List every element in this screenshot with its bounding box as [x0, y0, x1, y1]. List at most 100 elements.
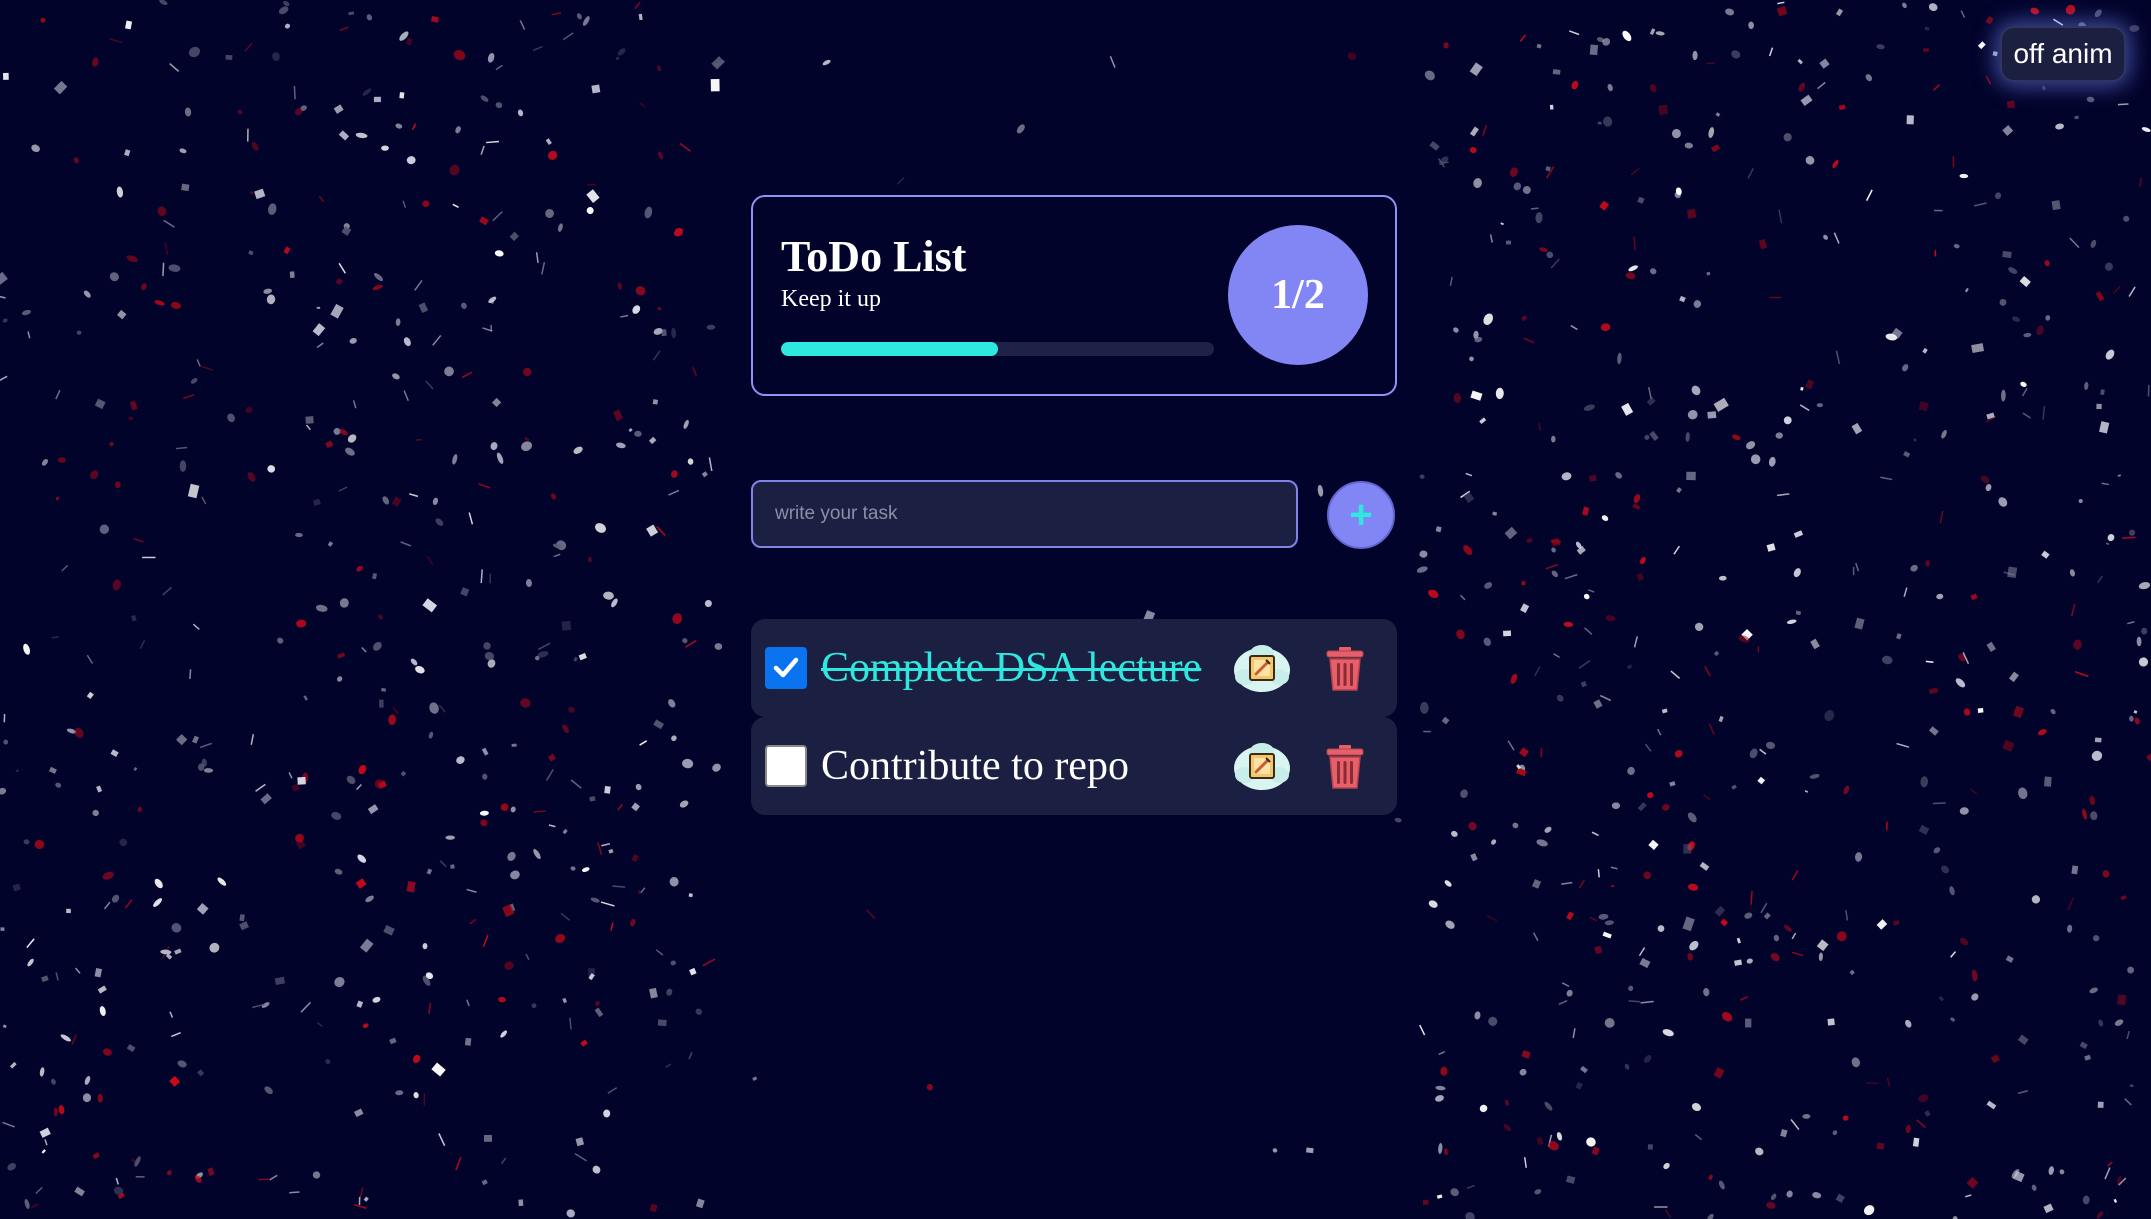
confetti-piece: [555, 934, 566, 943]
confetti-piece: [1985, 484, 1992, 492]
edit-button[interactable]: [1231, 737, 1293, 795]
confetti-piece: [1918, 401, 1929, 412]
todo-checkbox[interactable]: [765, 647, 807, 689]
confetti-piece: [99, 1006, 106, 1016]
confetti-piece: [169, 1011, 174, 1018]
edit-button[interactable]: [1231, 639, 1293, 697]
confetti-piece: [1663, 1162, 1670, 1170]
confetti-piece: [55, 389, 61, 400]
confetti-piece: [1809, 773, 1820, 779]
off-animation-button[interactable]: off anim: [2000, 26, 2126, 82]
confetti-piece: [1971, 993, 1979, 1001]
confetti-piece: [0, 294, 6, 299]
confetti-piece: [44, 1139, 48, 1146]
confetti-piece: [487, 52, 495, 63]
confetti-piece: [327, 541, 334, 547]
confetti-piece: [509, 231, 519, 242]
confetti-piece: [1922, 347, 1928, 354]
confetti-piece: [2128, 529, 2136, 536]
confetti-piece: [1885, 333, 1898, 341]
confetti-piece: [1580, 1065, 1588, 1074]
confetti-piece: [402, 200, 407, 209]
confetti-piece: [2041, 550, 2050, 559]
confetti-piece: [1932, 84, 1941, 91]
task-input[interactable]: [751, 480, 1298, 548]
confetti-piece: [556, 540, 567, 551]
confetti-piece: [652, 350, 661, 361]
confetti-piece: [3, 72, 9, 80]
confetti-piece: [1708, 723, 1715, 736]
confetti-piece: [102, 1048, 112, 1056]
confetti-piece: [249, 190, 254, 195]
confetti-piece: [695, 1198, 705, 1209]
confetti-piece: [1744, 912, 1753, 919]
confetti-piece: [1465, 1212, 1475, 1219]
confetti-piece: [325, 1058, 331, 1065]
confetti-piece: [2031, 1184, 2037, 1191]
confetti-piece: [1885, 821, 1888, 831]
confetti-piece: [2079, 1041, 2088, 1050]
confetti-piece: [1865, 1082, 1879, 1085]
confetti-piece: [1419, 1024, 1426, 1036]
confetti-piece: [15, 769, 20, 773]
confetti-piece: [1556, 694, 1564, 702]
confetti-piece: [199, 365, 213, 371]
confetti-piece: [1928, 3, 1938, 12]
confetti-piece: [639, 740, 648, 746]
confetti-piece: [500, 1157, 507, 1165]
confetti-piece: [1589, 916, 1598, 922]
confetti-piece: [383, 924, 395, 936]
confetti-piece: [117, 1192, 125, 1200]
confetti-piece: [1306, 1147, 1314, 1154]
confetti-piece: [1768, 456, 1776, 467]
confetti-piece: [1546, 166, 1555, 179]
confetti-piece: [196, 902, 209, 915]
confetti-piece: [2002, 739, 2015, 752]
confetti-piece: [157, 206, 167, 217]
confetti-piece: [1539, 247, 1548, 253]
confetti-piece: [1534, 666, 1541, 677]
confetti-piece: [581, 867, 590, 873]
confetti-piece: [1473, 330, 1479, 339]
confetti-piece: [1428, 589, 1439, 598]
confetti-piece: [34, 839, 45, 850]
confetti-piece: [2089, 795, 2096, 806]
confetti-piece: [482, 934, 489, 948]
add-task-button[interactable]: +: [1327, 481, 1395, 549]
confetti-piece: [1896, 633, 1902, 640]
confetti-piece: [1816, 939, 1829, 952]
confetti-piece: [305, 416, 314, 424]
confetti-piece: [217, 877, 227, 886]
confetti-piece: [469, 918, 477, 925]
confetti-piece: [1510, 673, 1518, 684]
confetti-piece: [1766, 1202, 1776, 1209]
confetti-piece: [1770, 1193, 1777, 1201]
confetti-piece: [1520, 603, 1530, 614]
confetti-piece: [568, 706, 575, 713]
confetti-piece: [316, 342, 324, 349]
confetti-piece: [2012, 705, 2024, 719]
confetti-piece: [535, 655, 540, 661]
confetti-piece: [1934, 249, 1937, 257]
confetti-piece: [1769, 296, 1782, 299]
delete-button[interactable]: [1324, 646, 1366, 692]
confetti-piece: [1802, 1114, 1811, 1119]
confetti-piece: [366, 14, 373, 21]
progress-fill: [781, 342, 998, 356]
confetti-piece: [2127, 966, 2135, 974]
confetti-piece: [415, 665, 425, 674]
todo-checkbox[interactable]: [765, 745, 807, 787]
confetti-piece: [23, 643, 31, 655]
confetti-piece: [657, 151, 664, 160]
confetti-piece: [525, 953, 530, 961]
confetti-piece: [1706, 62, 1715, 65]
confetti-piece: [1812, 1192, 1822, 1199]
confetti-piece: [300, 105, 307, 111]
confetti-piece: [76, 330, 82, 335]
confetti-piece: [295, 833, 304, 843]
confetti-piece: [1708, 127, 1715, 138]
confetti-piece: [1491, 839, 1497, 845]
confetti-piece: [209, 942, 220, 953]
delete-button[interactable]: [1324, 744, 1366, 790]
confetti-piece: [1964, 287, 1969, 293]
